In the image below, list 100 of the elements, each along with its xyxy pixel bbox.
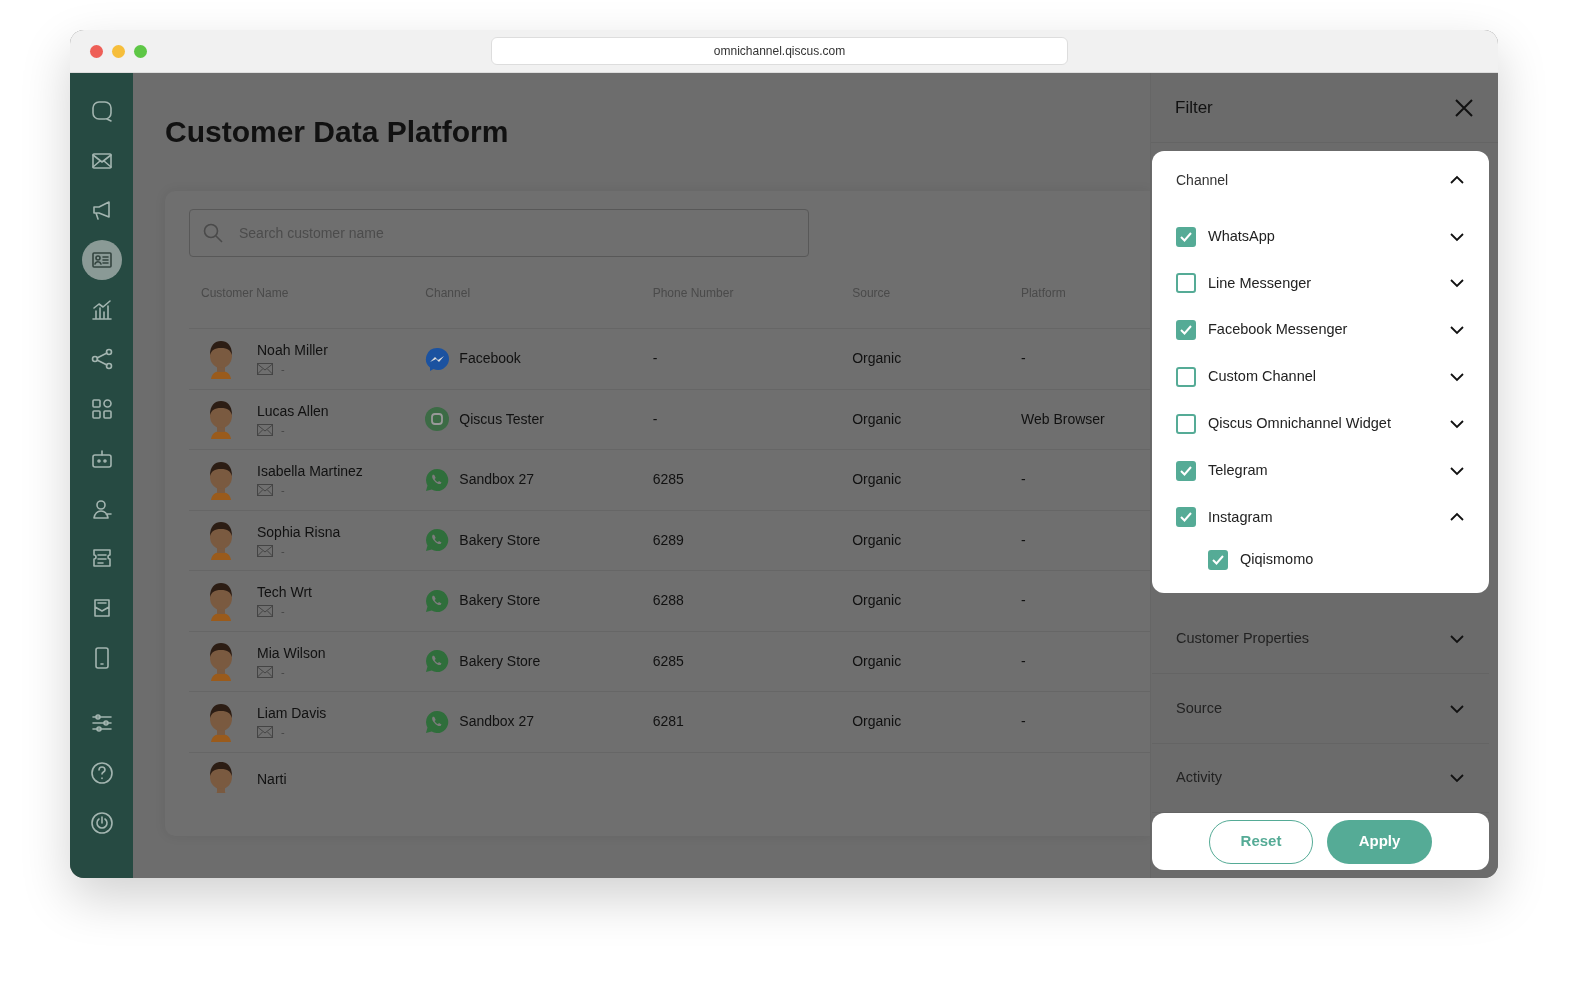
whatsapp-icon (425, 467, 450, 492)
phone-number: 6288 (652, 592, 684, 609)
checkbox[interactable] (1176, 413, 1196, 434)
email-text: - (281, 543, 285, 559)
option-label: Telegram (1208, 460, 1268, 480)
whatsapp-icon (425, 649, 450, 674)
chevron-down-icon[interactable] (1449, 325, 1465, 336)
chevron-up-icon[interactable] (1449, 175, 1465, 186)
customer-name: Mia Wilson (257, 643, 326, 663)
option-label: Qiscus Omnichannel Widget (1208, 413, 1391, 433)
option-label: WhatsApp (1208, 226, 1275, 246)
whatsapp-icon (425, 588, 450, 613)
mail-icon (257, 665, 273, 678)
channel-name: Facebook (459, 349, 521, 369)
checkbox[interactable] (1176, 320, 1196, 341)
option-label: Line Messenger (1208, 273, 1312, 293)
section-label: Channel (1176, 170, 1229, 190)
platform-text: - (1020, 350, 1026, 367)
whatsapp-icon (425, 709, 450, 734)
address-bar[interactable]: omnichannel.qiscus.com (491, 37, 1068, 65)
section-label: Customer Properties (1176, 629, 1309, 649)
checkmark-icon (1179, 230, 1193, 243)
maximize-dot[interactable] (134, 44, 147, 58)
chevron-down-icon[interactable] (1449, 465, 1465, 476)
source-text: Organic (852, 652, 902, 669)
chevron-down-icon[interactable] (1449, 231, 1465, 242)
phone-number: 6285 (652, 471, 684, 488)
messenger-icon (425, 346, 450, 371)
customer-name: Sophia Risna (257, 522, 341, 542)
email-text: - (281, 362, 285, 377)
source-text: Organic (852, 713, 902, 730)
chat-bubble-icon (425, 407, 450, 432)
phone-number: - (652, 410, 658, 427)
chevron-up-icon[interactable] (1449, 512, 1465, 523)
phone-number: - (652, 350, 658, 367)
phone-number: 6289 (652, 531, 684, 548)
checkmark-icon (1211, 553, 1225, 566)
phone-number: 6281 (652, 713, 684, 730)
chevron-down-icon[interactable] (1449, 278, 1465, 289)
platform-text: - (1020, 471, 1026, 488)
customer-name: Narti (257, 770, 287, 789)
mail-icon (257, 726, 273, 739)
email-text: - (281, 483, 285, 498)
checkbox[interactable] (1176, 273, 1196, 294)
checkbox[interactable] (1176, 507, 1196, 528)
option-label: Facebook Messenger (1208, 320, 1348, 340)
mail-icon (257, 484, 273, 497)
platform-text: - (1020, 592, 1026, 609)
channel-name: Bakery Store (459, 591, 541, 611)
email-text: - (281, 725, 285, 740)
mail-icon (257, 363, 273, 376)
email-text: - (281, 664, 285, 680)
option-label: Qiqismomo (1240, 549, 1314, 569)
checkbox[interactable] (1176, 226, 1196, 247)
panel-title: Filter (1175, 96, 1213, 119)
channel-name: Qiscus Tester (459, 409, 544, 429)
source-text: Organic (852, 471, 902, 488)
checkbox[interactable] (1176, 367, 1196, 388)
apply-button[interactable]: Apply (1327, 819, 1432, 864)
checkbox[interactable] (1208, 549, 1228, 570)
checkmark-icon (1179, 464, 1193, 477)
mail-icon (257, 544, 273, 557)
channel-name: Bakery Store (459, 651, 541, 671)
reset-button[interactable]: Reset (1209, 819, 1313, 864)
email-text: - (281, 422, 285, 438)
page-title: Customer Data Platform (165, 114, 510, 150)
source-text: Organic (852, 531, 902, 548)
customer-name: Noah Miller (257, 341, 328, 360)
checkbox[interactable] (1176, 460, 1196, 481)
minimize-dot[interactable] (112, 44, 125, 58)
source-text: Organic (852, 410, 902, 427)
whatsapp-icon (425, 528, 450, 553)
chevron-down-icon[interactable] (1449, 418, 1465, 429)
channel-name: Bakery Store (459, 530, 541, 550)
close-dot[interactable] (90, 44, 103, 58)
contact-card-icon[interactable] (81, 240, 122, 281)
platform-text: Web Browser (1020, 410, 1105, 427)
source-text: Organic (852, 592, 902, 609)
checkmark-icon (1179, 511, 1193, 524)
mail-icon (257, 605, 273, 618)
phone-number: 6285 (652, 652, 684, 669)
platform-text: - (1020, 652, 1026, 669)
channel-name: Sandbox 27 (459, 712, 535, 732)
option-label: Custom Channel (1208, 367, 1316, 387)
channel-name: Sandbox 27 (459, 470, 535, 490)
platform-text: - (1020, 713, 1026, 730)
customer-name: Isabella Martinez (257, 462, 363, 481)
option-label: Instagram (1208, 507, 1273, 527)
email-text: - (281, 604, 285, 619)
source-text: Organic (852, 350, 902, 367)
mail-icon (257, 423, 273, 436)
section-label: Source (1176, 698, 1222, 718)
customer-name: Liam Davis (257, 704, 327, 723)
search-icon (203, 223, 223, 243)
platform-text: - (1020, 531, 1026, 548)
checkmark-icon (1179, 324, 1193, 337)
chevron-down-icon[interactable] (1449, 372, 1465, 383)
section-label: Activity (1176, 768, 1222, 788)
customer-name: Tech Wrt (257, 583, 312, 602)
customer-name: Lucas Allen (257, 401, 329, 421)
